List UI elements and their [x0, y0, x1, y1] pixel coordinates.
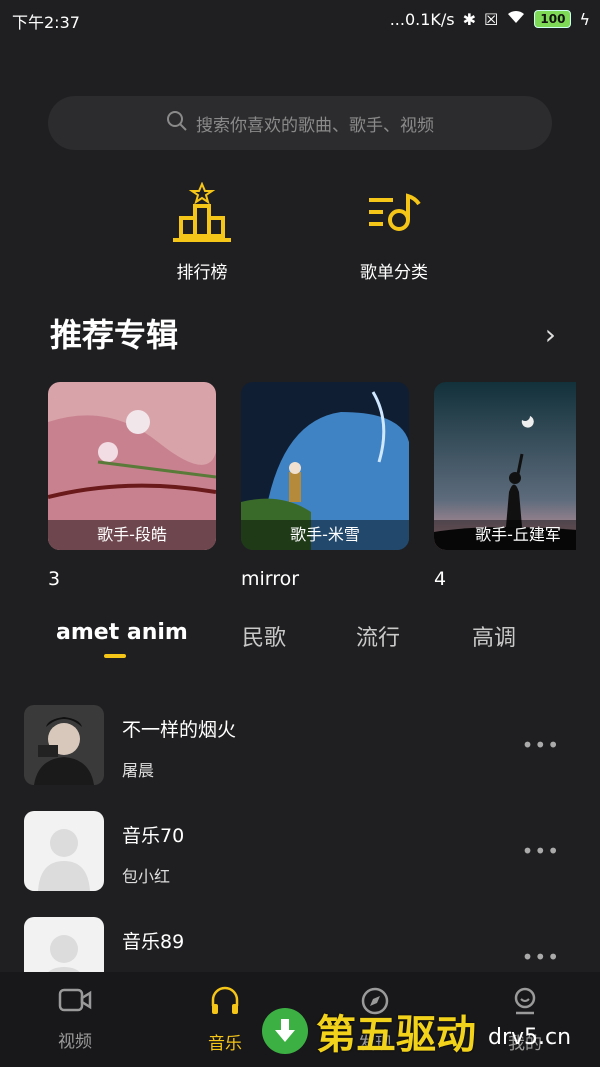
song-thumbnail	[24, 811, 104, 891]
tab-folk[interactable]: 民歌	[242, 620, 286, 652]
download-arrow-icon	[262, 1008, 308, 1054]
category-tabs: amet anim 民歌 流行 高调	[0, 620, 600, 670]
active-tab-indicator	[104, 654, 126, 658]
album-caption: 歌手-段皓	[48, 520, 216, 550]
search-placeholder: 搜索你喜欢的歌曲、歌手、视频	[196, 115, 434, 136]
tab-amet-anim[interactable]: amet anim	[56, 620, 188, 645]
list-item[interactable]: 不一样的烟火 屠晨 •••	[24, 705, 576, 787]
watermark: 第五驱动 drv5.cn	[262, 1002, 571, 1060]
album-carousel[interactable]: 歌手-段皓 3 歌手-米雪 mirror 歌手-丘建军 4	[48, 382, 576, 607]
more-options-icon[interactable]: •••	[522, 839, 560, 863]
album-caption: 歌手-米雪	[241, 520, 409, 550]
album-caption: 歌手-丘建军	[434, 520, 576, 550]
tab-pop[interactable]: 流行	[356, 620, 400, 652]
chevron-right-icon[interactable]: ›	[545, 318, 556, 351]
album-card[interactable]: 歌手-段皓 3	[48, 382, 216, 590]
album-title: 4	[434, 568, 447, 590]
album-title: 3	[48, 568, 61, 590]
search-icon	[166, 110, 188, 137]
song-name: 音乐70	[122, 825, 185, 847]
watermark-text: 第五驱动	[316, 1012, 476, 1058]
battery-icon: 100	[534, 10, 572, 28]
ranking-label: 排行榜	[176, 263, 228, 283]
album-title: mirror	[241, 568, 300, 590]
network-speed: ...0.1K/s	[389, 9, 455, 29]
search-bar[interactable]: 搜索你喜欢的歌曲、歌手、视频	[48, 96, 552, 150]
status-time: 下午2:37	[12, 13, 80, 32]
video-icon	[58, 988, 92, 1019]
album-card[interactable]: 歌手-丘建军 4	[434, 382, 576, 590]
more-options-icon[interactable]: •••	[522, 733, 560, 757]
nav-video-label: 视频	[58, 1032, 92, 1052]
song-name: 音乐89	[122, 931, 185, 953]
playlist-category-button[interactable]: 歌单分类	[334, 182, 454, 283]
ranking-button[interactable]: 排行榜	[142, 181, 262, 283]
album-cover: 歌手-丘建军	[434, 382, 576, 550]
bluetooth-icon: ✱	[462, 9, 477, 29]
ranking-podium-icon	[171, 181, 233, 248]
album-card[interactable]: 歌手-米雪 mirror	[241, 382, 409, 590]
nav-music[interactable]: 音乐	[175, 986, 275, 1054]
sim-off-icon: ☒	[484, 9, 499, 29]
headphones-icon	[209, 986, 241, 1021]
song-artist: 包小红	[122, 867, 171, 886]
tab-high-pitch[interactable]: 高调	[472, 620, 516, 652]
song-thumbnail	[24, 705, 104, 785]
charging-icon: ϟ	[579, 9, 590, 29]
list-item[interactable]: 音乐70 包小红 •••	[24, 811, 576, 893]
album-cover: 歌手-米雪	[241, 382, 409, 550]
song-name: 不一样的烟火	[122, 719, 237, 741]
watermark-url: drv5.cn	[488, 1024, 572, 1050]
music-category-icon	[363, 193, 425, 248]
more-options-icon[interactable]: •••	[522, 945, 560, 969]
nav-music-label: 音乐	[208, 1034, 242, 1054]
status-bar: 下午2:37 ...0.1K/s ✱ ☒ 100 ϟ	[0, 0, 600, 40]
album-cover: 歌手-段皓	[48, 382, 216, 550]
wifi-icon	[506, 9, 526, 29]
nav-video[interactable]: 视频	[25, 986, 125, 1052]
playlist-category-label: 歌单分类	[360, 263, 428, 283]
status-icons: ...0.1K/s ✱ ☒ 100 ϟ	[390, 9, 590, 29]
song-artist: 屠晨	[122, 761, 155, 780]
recommended-albums-title: 推荐专辑	[50, 316, 179, 354]
